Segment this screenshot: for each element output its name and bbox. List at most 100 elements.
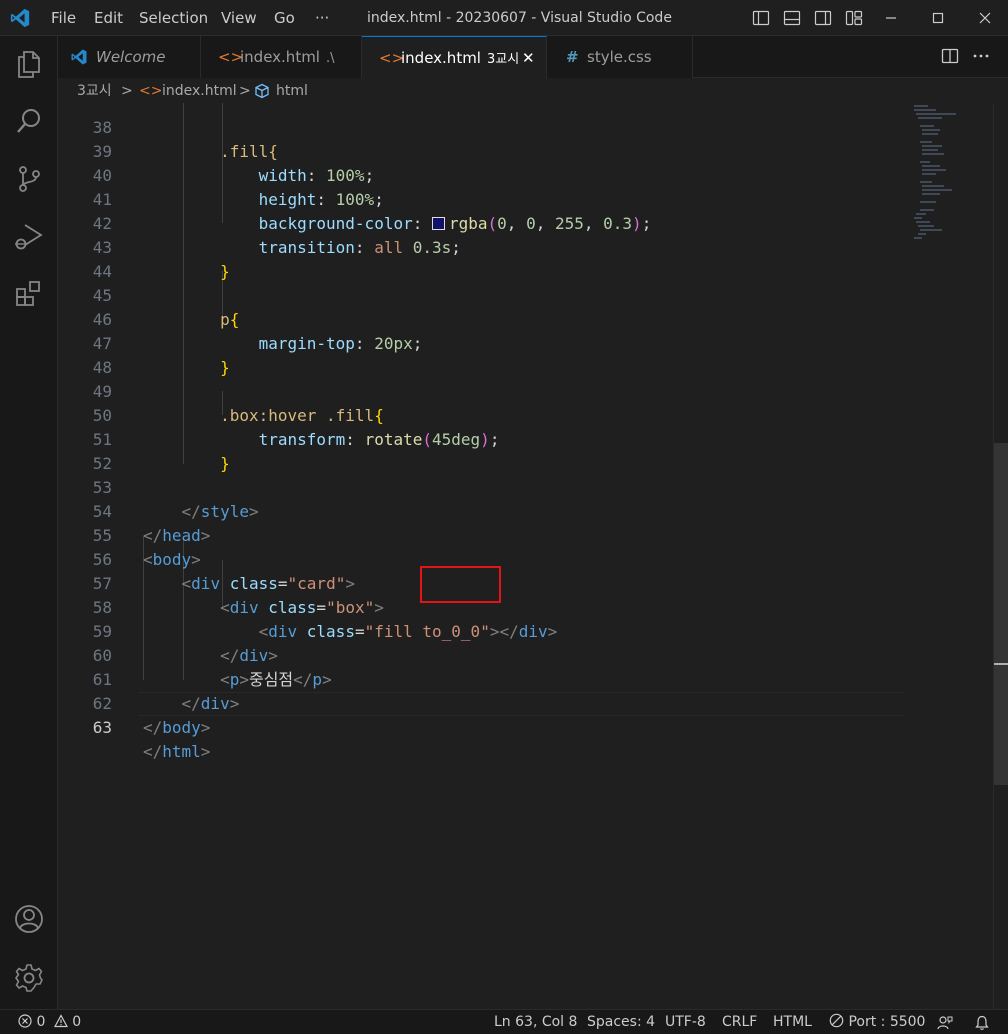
chevron-right-icon: > xyxy=(121,83,133,99)
encoding[interactable]: UTF-8 xyxy=(665,1010,706,1034)
code-line: 61 </div> xyxy=(58,644,904,713)
tab-label: index.html xyxy=(240,48,320,66)
indentation[interactable]: Spaces: 4 xyxy=(587,1010,655,1034)
code-editor[interactable]: 38 .fill{ 39 width: 100%; 40 height: 100… xyxy=(58,103,1008,1009)
code-line: 49 .box:hover .fill{ xyxy=(58,356,904,425)
breadcrumb-file[interactable]: index.html xyxy=(162,79,237,103)
code-line: 47 } xyxy=(58,308,904,377)
code-line: 48 xyxy=(58,332,904,377)
symbol-element-icon xyxy=(255,83,269,99)
warning-icon xyxy=(53,1014,68,1028)
toggle-panel-icon[interactable] xyxy=(782,8,802,28)
tab-style-css[interactable]: # style.css xyxy=(547,36,693,78)
code-line: 50 transform: rotate(45deg); xyxy=(58,380,904,449)
vscode-logo-icon xyxy=(71,49,87,65)
manage-gear-icon[interactable] xyxy=(13,962,45,994)
red-highlight-box xyxy=(420,566,501,603)
minimize-icon[interactable] xyxy=(881,8,901,28)
language-mode[interactable]: HTML xyxy=(773,1010,812,1034)
customize-layout-icon[interactable] xyxy=(844,8,864,28)
tab-label: style.css xyxy=(587,48,652,66)
breadcrumb: 3교시 > <> index.html > html xyxy=(58,79,1008,103)
minimap-line xyxy=(914,105,928,107)
vertical-scrollbar[interactable] xyxy=(993,103,1008,1009)
no-entry-icon xyxy=(829,1013,844,1028)
code-line: 45 p{ xyxy=(58,260,904,329)
minimap[interactable] xyxy=(904,103,994,1009)
close-window-icon[interactable] xyxy=(975,8,995,28)
minimap-line xyxy=(922,133,938,135)
code-line: 52 xyxy=(58,428,904,473)
minimap-line xyxy=(920,209,934,211)
error-icon xyxy=(18,1014,32,1028)
minimap-line xyxy=(918,233,926,235)
minimap-line xyxy=(922,153,944,155)
minimap-line xyxy=(920,141,932,143)
minimap-line xyxy=(922,185,944,187)
editor-tabs: Welcome <> index.html .\ <> index.html 3교시… xyxy=(58,36,1008,79)
tab-index-html-root[interactable]: <> index.html .\ xyxy=(201,36,362,78)
html-icon: <> xyxy=(139,83,163,99)
breadcrumb-folder[interactable]: 3교시 xyxy=(77,79,112,103)
code-line: 40 height: 100%; xyxy=(58,140,904,209)
code-line: 54 </head> xyxy=(58,476,904,545)
maximize-icon[interactable] xyxy=(928,8,948,28)
minimap-line xyxy=(914,217,922,219)
activity-bar xyxy=(0,36,58,1009)
run-debug-icon[interactable] xyxy=(13,220,45,252)
tab-index-html-active[interactable]: <> index.html 3교시 ✕ xyxy=(362,36,547,79)
menu-go[interactable]: Go xyxy=(274,0,295,36)
code-line: 38 .fill{ xyxy=(58,103,904,161)
toggle-primary-sidebar-icon[interactable] xyxy=(751,8,771,28)
menu-file[interactable]: File xyxy=(51,0,76,36)
more-actions-icon[interactable] xyxy=(971,46,991,66)
source-control-icon[interactable] xyxy=(13,163,45,195)
end-of-line[interactable]: CRLF xyxy=(722,1010,757,1034)
tab-welcome[interactable]: Welcome xyxy=(58,36,201,78)
code-line: 62 </body> xyxy=(58,668,904,737)
code-line: 51 } xyxy=(58,404,904,473)
error-count: 0 xyxy=(36,1014,46,1030)
menu-edit[interactable]: Edit xyxy=(94,0,123,36)
live-server-port[interactable]: Port : 5500 xyxy=(829,1010,925,1034)
minimap-line xyxy=(920,201,936,203)
vscode-logo-icon xyxy=(10,8,30,28)
code-tag: html xyxy=(162,742,201,761)
toggle-secondary-sidebar-icon[interactable] xyxy=(813,8,833,28)
minimap-line xyxy=(922,173,936,175)
minimap-line xyxy=(918,117,942,119)
split-editor-icon[interactable] xyxy=(940,46,960,66)
extensions-icon[interactable] xyxy=(13,278,45,310)
search-icon[interactable] xyxy=(13,105,45,137)
port-label: Port : 5500 xyxy=(848,1014,926,1030)
minimap-line xyxy=(918,225,934,227)
menu-more[interactable]: ··· xyxy=(315,0,329,36)
tab-label: Welcome xyxy=(96,48,166,66)
minimap-line xyxy=(922,189,952,191)
scrollbar-thumb[interactable] xyxy=(994,443,1008,785)
menu-selection[interactable]: Selection xyxy=(139,0,208,36)
account-icon[interactable] xyxy=(13,903,45,935)
minimap-line xyxy=(920,229,942,231)
code-line: 41 background-color: rgba(0, 0, 255, 0.3… xyxy=(58,164,904,233)
minimap-line xyxy=(916,221,930,223)
minimap-line xyxy=(922,193,940,195)
bell-icon[interactable] xyxy=(974,1015,990,1031)
problems-indicator[interactable]: 0 0 xyxy=(18,1010,81,1034)
tab-description: .\ xyxy=(325,51,335,66)
code-line: 53 </style> xyxy=(58,452,904,521)
breadcrumb-symbol[interactable]: html xyxy=(276,79,308,103)
close-tab-icon[interactable]: ✕ xyxy=(522,37,535,79)
menu-view[interactable]: View xyxy=(221,0,257,36)
accounts-feedback-icon[interactable] xyxy=(937,1015,953,1031)
minimap-line xyxy=(914,237,922,239)
explorer-icon[interactable] xyxy=(13,48,45,80)
cursor-position[interactable]: Ln 63, Col 8 xyxy=(494,1010,577,1034)
code-line: 55 <body> xyxy=(58,500,904,569)
minimap-line xyxy=(922,129,940,131)
code-line: 56 <div class="card"> xyxy=(58,524,904,593)
minimap-line xyxy=(922,169,946,171)
chevron-right-icon: > xyxy=(239,83,251,99)
minimap-line xyxy=(922,165,940,167)
css-hash-icon: # xyxy=(566,48,579,66)
